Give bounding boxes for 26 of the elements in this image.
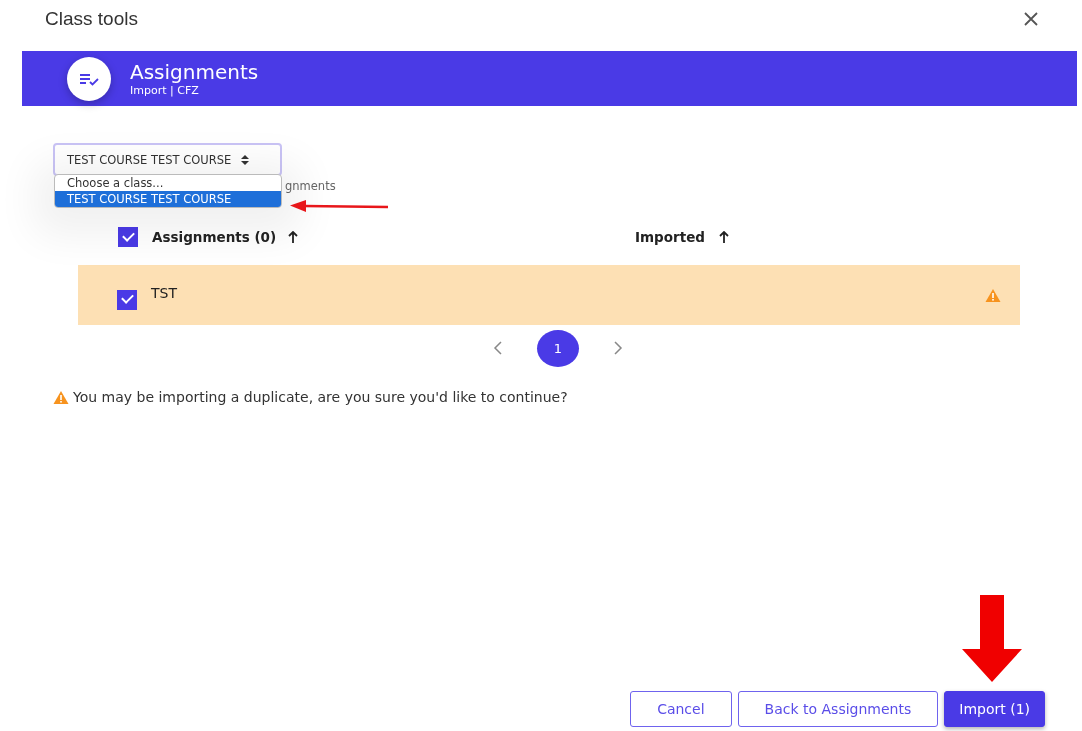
table-row[interactable]: TST	[78, 265, 1020, 325]
sort-arrow-icon	[718, 231, 729, 243]
checkbox[interactable]	[117, 289, 137, 310]
dialog-button[interactable]: Cancel	[630, 691, 732, 727]
sort-arrow-icon	[288, 231, 299, 243]
dropdown-option[interactable]: Choose a class...	[55, 175, 281, 191]
warning-icon	[53, 389, 69, 405]
caret-icon[interactable]	[241, 154, 250, 165]
column-header[interactable]: Assignments (0)	[152, 229, 277, 245]
banner-title: Assignments	[130, 59, 259, 84]
dialog-title: Class tools	[45, 8, 138, 30]
class-select[interactable]: TEST COURSE TEST COURSE	[53, 143, 282, 176]
page-button[interactable]: 1	[537, 329, 579, 367]
chevron-right-icon	[613, 341, 623, 355]
column-header[interactable]: Imported	[635, 229, 705, 245]
checklist-icon	[67, 56, 111, 101]
import-button[interactable]: Import (1)	[944, 691, 1045, 727]
dialog-button[interactable]: Back to Assignments	[737, 691, 939, 727]
table-cell: TST	[151, 284, 177, 301]
banner-subtitle: Import | CFZ	[130, 83, 200, 98]
label-text: gnments	[285, 179, 336, 193]
checkbox[interactable]	[118, 227, 138, 247]
chevron-left-icon	[493, 341, 503, 355]
close-button[interactable]	[1022, 10, 1040, 28]
warning-message: You may be importing a duplicate, are you sure you'd like to continue?	[73, 389, 568, 405]
dropdown-option[interactable]: TEST COURSE TEST COURSE	[55, 191, 281, 207]
